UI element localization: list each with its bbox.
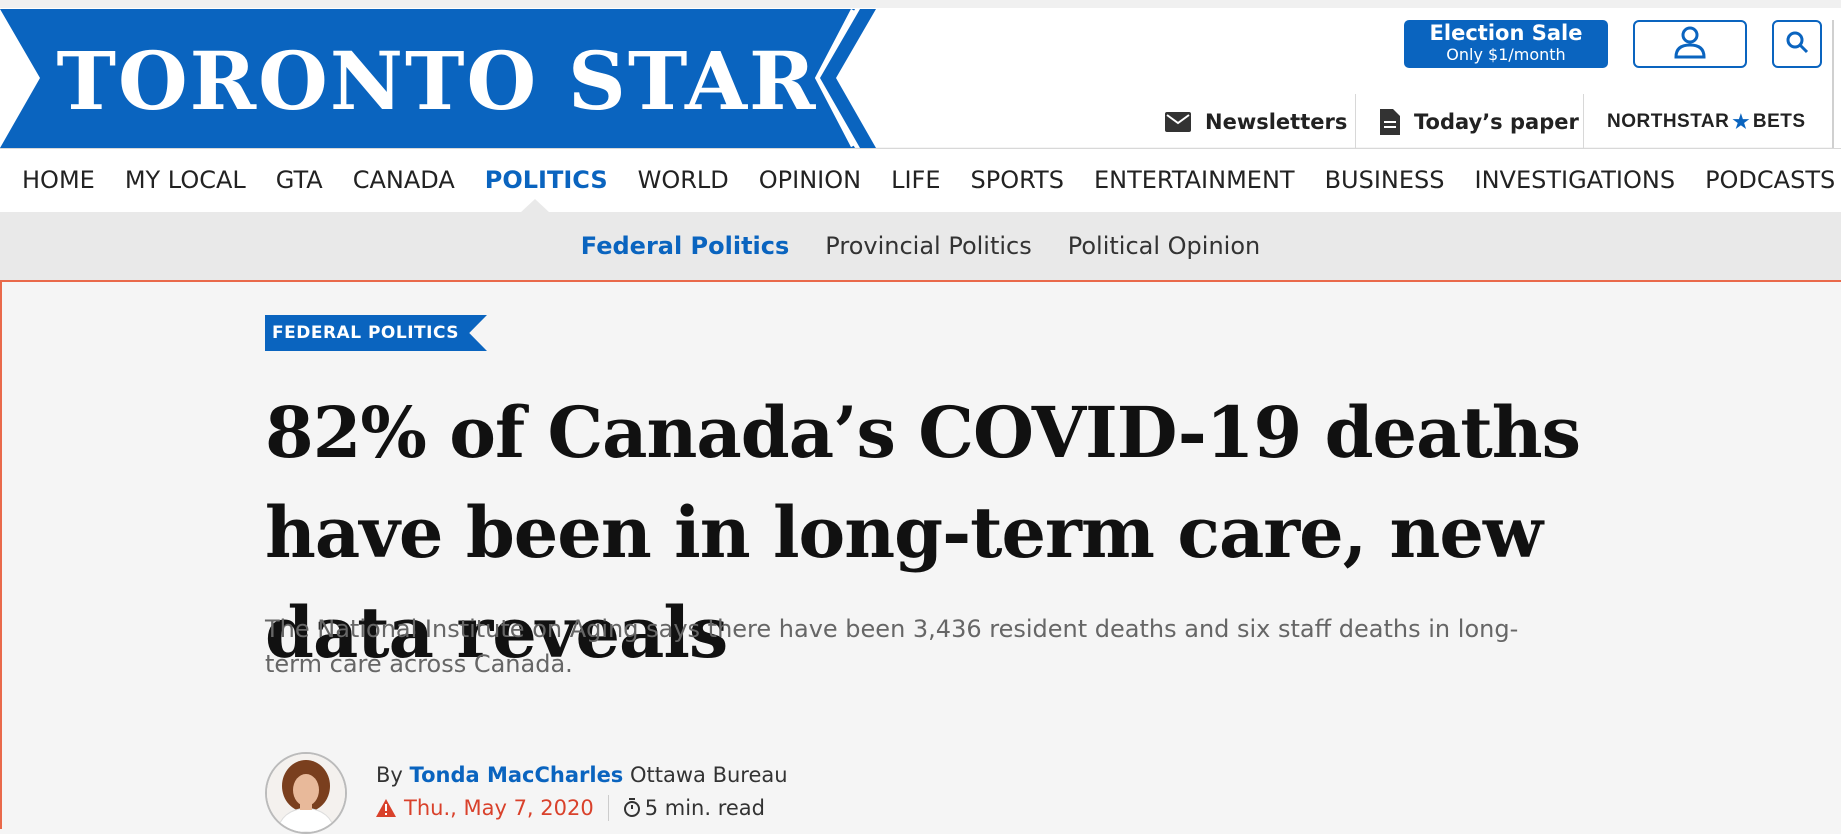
nav-my-local[interactable]: MY LOCAL — [125, 166, 246, 194]
election-sale-button[interactable]: Election Sale Only $1/month — [1404, 20, 1608, 68]
nav-canada[interactable]: CANADA — [353, 166, 455, 194]
author-bureau: Ottawa Bureau — [630, 763, 788, 787]
article-meta: Thu., May 7, 2020 5 min. read — [376, 795, 765, 821]
nav-politics[interactable]: POLITICS — [485, 166, 608, 194]
mail-icon — [1165, 112, 1191, 132]
active-nav-caret — [520, 199, 550, 213]
subnav-provincial-politics[interactable]: Provincial Politics — [825, 232, 1031, 260]
scrollbar-edge — [1832, 20, 1841, 148]
nav-world[interactable]: WORLD — [638, 166, 729, 194]
search-button[interactable] — [1772, 20, 1822, 68]
article-date: Thu., May 7, 2020 — [404, 796, 594, 820]
todays-paper-link[interactable]: Today’s paper — [1380, 96, 1579, 148]
byline-prefix: By — [376, 763, 403, 787]
election-sale-subtitle: Only $1/month — [1446, 45, 1566, 64]
byline: By Tonda MacCharles Ottawa Bureau — [376, 763, 788, 787]
document-icon — [1380, 109, 1400, 135]
northstar-label: NORTHSTAR — [1607, 111, 1730, 132]
util-divider — [1583, 94, 1584, 148]
top-header: TORONTO STAR Election Sale Only $1/month — [0, 0, 1841, 148]
article-date-wrap: Thu., May 7, 2020 — [376, 796, 594, 820]
article-dek: The National Institute on Aging says the… — [265, 615, 1519, 678]
nav-opinion[interactable]: OPINION — [759, 166, 861, 194]
logo-banner[interactable]: TORONTO STAR — [0, 9, 876, 148]
top-strip — [0, 0, 1841, 8]
northstar-bets-link[interactable]: NORTHSTAR ★ BETS — [1607, 96, 1806, 148]
search-icon — [1785, 30, 1809, 58]
section-tag[interactable]: FEDERAL POLITICS — [265, 315, 487, 351]
stopwatch-icon — [623, 798, 641, 818]
bets-label: BETS — [1752, 111, 1806, 132]
account-icon — [1672, 24, 1708, 64]
nav-investigations[interactable]: INVESTIGATIONS — [1475, 166, 1676, 194]
todays-paper-label: Today’s paper — [1414, 110, 1579, 134]
nav-entertainment[interactable]: ENTERTAINMENT — [1094, 166, 1295, 194]
main-nav: HOME MY LOCAL GTA CANADA POLITICS WORLD … — [0, 148, 1841, 212]
read-time-wrap: 5 min. read — [623, 796, 765, 820]
star-icon: ★ — [1732, 111, 1750, 133]
newsletters-link[interactable]: Newsletters — [1165, 96, 1347, 148]
read-time: 5 min. read — [644, 796, 765, 820]
nav-home[interactable]: HOME — [22, 166, 95, 194]
subnav-political-opinion[interactable]: Political Opinion — [1068, 232, 1260, 260]
author-link[interactable]: Tonda MacCharles — [410, 763, 624, 787]
author-avatar[interactable] — [265, 752, 347, 834]
nav-gta[interactable]: GTA — [276, 166, 323, 194]
util-divider — [1355, 94, 1356, 148]
nav-life[interactable]: LIFE — [891, 166, 940, 194]
nav-sports[interactable]: SPORTS — [971, 166, 1064, 194]
warning-icon — [376, 799, 396, 817]
election-sale-title: Election Sale — [1429, 21, 1583, 45]
site-logo: TORONTO STAR — [56, 34, 818, 128]
account-button[interactable] — [1633, 20, 1747, 68]
content-left-border — [0, 280, 2, 829]
nav-business[interactable]: BUSINESS — [1325, 166, 1445, 194]
newsletters-label: Newsletters — [1205, 110, 1348, 134]
nav-podcasts[interactable]: PODCASTS — [1705, 166, 1835, 194]
subnav-federal-politics[interactable]: Federal Politics — [581, 232, 790, 260]
meta-divider — [607, 795, 609, 821]
sub-nav: Federal Politics Provincial Politics Pol… — [0, 212, 1841, 282]
